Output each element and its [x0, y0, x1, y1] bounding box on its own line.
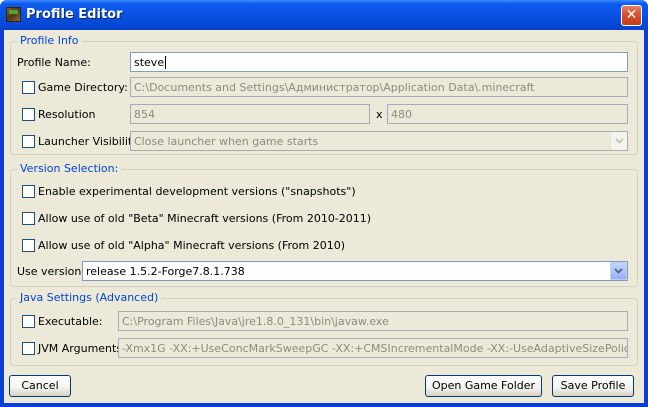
profile-name-label: Profile Name: — [17, 56, 91, 69]
cancel-button[interactable]: Cancel — [9, 375, 71, 397]
profile-info-title: Profile Info — [17, 34, 82, 47]
java-settings-title: Java Settings (Advanced) — [17, 291, 162, 304]
window-title: Profile Editor — [26, 7, 123, 22]
launcher-visibility-select[interactable]: Close launcher when game starts — [130, 131, 628, 151]
executable-input[interactable]: C:\Program Files\Java\jre1.8.0_131\bin\j… — [118, 311, 628, 331]
jvm-arguments-label: JVM Arguments — [38, 342, 123, 355]
use-version-value: release 1.5.2-Forge7.8.1.738 — [86, 265, 245, 278]
profile-name-input[interactable]: steve — [130, 52, 628, 72]
beta-versions-label: Allow use of old "Beta" Minecraft versio… — [38, 212, 372, 225]
save-profile-button[interactable]: Save Profile — [552, 375, 634, 397]
snapshots-label: Enable experimental development versions… — [38, 185, 356, 198]
dialog-body: Profile Info Profile Name: steve Game Di… — [4, 30, 644, 403]
jvm-arguments-checkbox[interactable] — [22, 342, 35, 355]
game-directory-input[interactable]: C:\Documents and Settings\Администратор\… — [130, 77, 628, 97]
executable-checkbox[interactable] — [22, 315, 35, 328]
executable-label: Executable: — [38, 315, 103, 328]
close-button[interactable]: ✕ — [621, 5, 642, 26]
profile-editor-window: Profile Editor ✕ Profile Info Profile Na… — [0, 0, 648, 407]
version-selection-title: Version Selection: — [17, 162, 122, 175]
title-bar[interactable]: Profile Editor ✕ — [0, 0, 648, 30]
launcher-visibility-checkbox[interactable] — [22, 135, 35, 148]
beta-versions-checkbox[interactable] — [22, 212, 35, 225]
alpha-versions-checkbox[interactable] — [22, 239, 35, 252]
resolution-height-input[interactable]: 480 — [387, 104, 628, 124]
jvm-arguments-input[interactable]: -Xmx1G -XX:+UseConcMarkSweepGC -XX:+CMSI… — [118, 338, 628, 358]
chevron-down-icon[interactable] — [610, 132, 627, 150]
use-version-label: Use version: — [17, 265, 86, 278]
profile-name-value: steve — [134, 56, 165, 69]
launcher-visibility-value: Close launcher when game starts — [134, 135, 319, 148]
game-directory-checkbox[interactable] — [22, 81, 35, 94]
resolution-checkbox[interactable] — [22, 108, 35, 121]
resolution-width-input[interactable]: 854 — [130, 104, 370, 124]
game-directory-label: Game Directory: — [38, 81, 128, 94]
open-game-folder-button[interactable]: Open Game Folder — [425, 375, 542, 397]
alpha-versions-label: Allow use of old "Alpha" Minecraft versi… — [38, 239, 346, 252]
resolution-separator: x — [376, 108, 383, 121]
launcher-visibility-label: Launcher Visibility — [38, 135, 139, 148]
chevron-down-icon[interactable] — [610, 262, 627, 280]
use-version-select[interactable]: release 1.5.2-Forge7.8.1.738 — [82, 261, 628, 281]
resolution-label: Resolution — [38, 108, 96, 121]
snapshots-checkbox[interactable] — [22, 185, 35, 198]
minecraft-grass-block-icon — [6, 7, 21, 22]
